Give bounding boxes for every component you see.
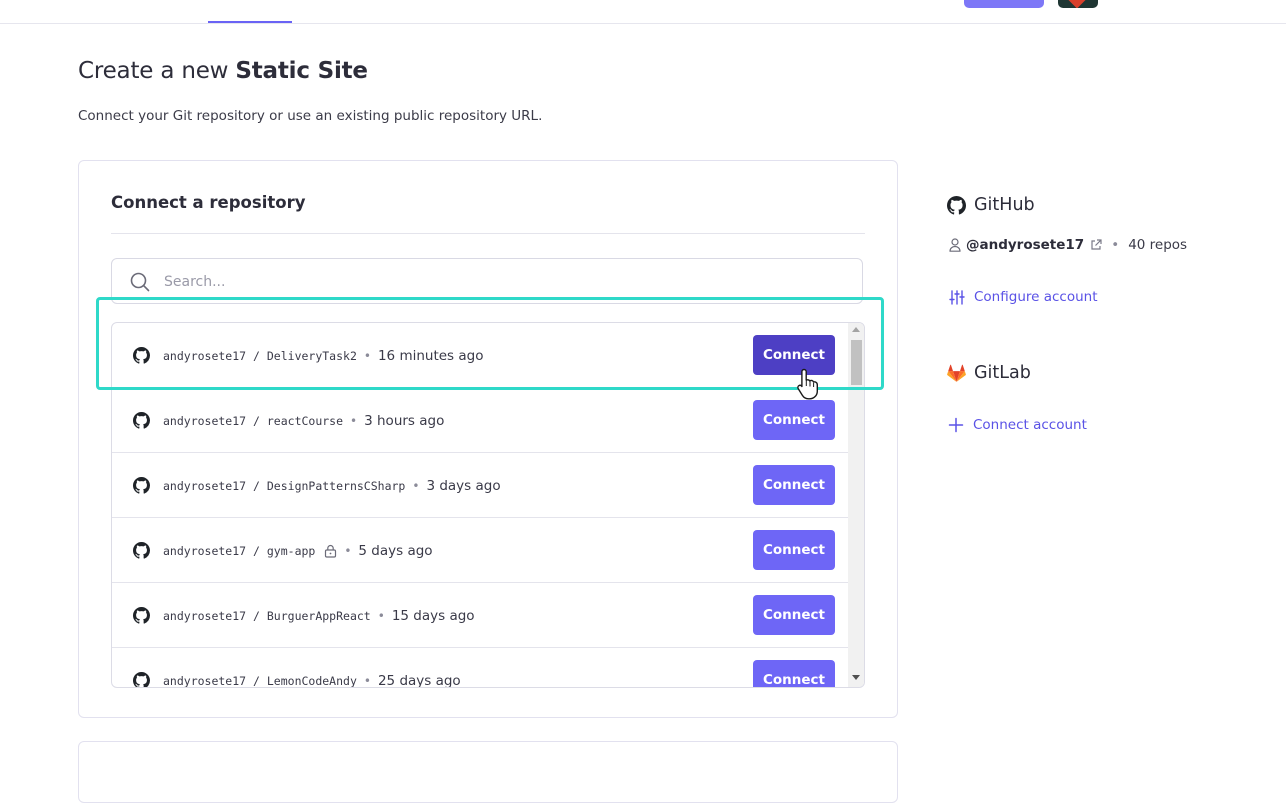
connect-button[interactable]: Connect xyxy=(753,530,835,570)
repo-name: LemonCodeAndy xyxy=(266,674,357,688)
connect-account-link[interactable]: Connect account xyxy=(948,417,1087,433)
gitlab-icon xyxy=(947,364,966,382)
repo-owner: andyrosete17 xyxy=(163,544,247,558)
gitlab-section-heading: GitLab xyxy=(947,363,1031,383)
github-icon xyxy=(133,607,150,624)
github-icon xyxy=(133,672,150,687)
github-icon xyxy=(133,542,150,559)
page-subtitle: Connect your Git repository or use an ex… xyxy=(78,108,543,124)
repo-row-design-patterns-csharp[interactable]: andyrosete17 / DesignPatternsCSharp • 3 … xyxy=(112,453,848,518)
hand-cursor-icon xyxy=(797,368,818,400)
repo-slash: / xyxy=(246,544,267,558)
separator-dot: • xyxy=(412,479,420,493)
lock-icon xyxy=(325,544,337,558)
highlight-annotation-box xyxy=(96,297,884,390)
repo-owner: andyrosete17 xyxy=(163,414,247,428)
repo-owner: andyrosete17 xyxy=(163,609,247,623)
configure-account-label: Configure account xyxy=(974,289,1098,305)
user-icon xyxy=(949,238,961,252)
repo-info: andyrosete17 / reactCourse • 3 hours ago xyxy=(163,412,444,430)
top-action-button[interactable] xyxy=(964,0,1044,8)
connect-repository-card: Connect a repository andyrosete17 / Deli… xyxy=(78,160,898,718)
card-divider xyxy=(111,233,865,234)
repo-name: reactCourse xyxy=(266,414,344,428)
separator-dot: • xyxy=(377,609,385,623)
repo-info: andyrosete17 / BurguerAppReact • 15 days… xyxy=(163,607,475,625)
repo-count: 40 repos xyxy=(1128,237,1188,253)
connect-button[interactable]: Connect xyxy=(753,400,835,440)
github-title: GitHub xyxy=(974,195,1035,215)
github-section-heading: GitHub xyxy=(947,195,1035,215)
separator-dot: • xyxy=(344,544,352,558)
repo-info: andyrosete17 / DesignPatternsCSharp • 3 … xyxy=(163,477,501,495)
repo-row-react-course[interactable]: andyrosete17 / reactCourse • 3 hours ago… xyxy=(112,388,848,453)
repo-name: BurguerAppReact xyxy=(266,609,371,623)
page-title: Create a new Static Site xyxy=(78,58,368,84)
search-input[interactable] xyxy=(164,272,844,292)
external-link-icon[interactable] xyxy=(1090,239,1102,251)
repo-name: gym-app xyxy=(266,544,316,558)
repo-updated-time: 3 hours ago xyxy=(364,413,445,429)
page-title-bold: Static Site xyxy=(235,58,368,84)
connect-button[interactable]: Connect xyxy=(753,660,835,687)
github-icon xyxy=(947,195,966,215)
repo-name: DesignPatternsCSharp xyxy=(266,479,406,493)
search-icon xyxy=(130,272,150,292)
configure-account-link[interactable]: Configure account xyxy=(949,289,1098,305)
card-title: Connect a repository xyxy=(111,193,306,212)
separator-dot: • xyxy=(350,414,358,428)
repo-info: andyrosete17 / LemonCodeAndy • 25 days a… xyxy=(163,672,461,688)
repo-slash: / xyxy=(246,609,267,623)
repo-info: andyrosete17 / gym-app • 5 days ago xyxy=(163,542,433,560)
gitlab-title: GitLab xyxy=(974,363,1031,383)
github-account-info: @andyrosete17 • 40 repos xyxy=(949,237,1187,253)
github-icon xyxy=(133,412,150,429)
connect-button[interactable]: Connect xyxy=(753,595,835,635)
page-title-prefix: Create a new xyxy=(78,58,236,84)
github-icon xyxy=(133,477,150,494)
repo-updated-time: 25 days ago xyxy=(377,673,461,688)
github-handle-link[interactable]: @andyrosete17 xyxy=(966,237,1084,253)
repo-updated-time: 3 days ago xyxy=(426,478,501,494)
repo-row-lemon-code-andy[interactable]: andyrosete17 / LemonCodeAndy • 25 days a… xyxy=(112,648,848,688)
repo-slash: / xyxy=(246,414,267,428)
top-navigation-bar xyxy=(0,0,1286,24)
separator-dot: • xyxy=(1111,237,1120,253)
repo-slash: / xyxy=(246,479,267,493)
plus-icon xyxy=(948,417,964,433)
repo-updated-time: 5 days ago xyxy=(358,543,433,559)
repo-updated-time: 15 days ago xyxy=(391,608,475,624)
connect-button[interactable]: Connect xyxy=(753,465,835,505)
secondary-card xyxy=(78,741,898,803)
repo-row-burguer-app-react[interactable]: andyrosete17 / BurguerAppReact • 15 days… xyxy=(112,583,848,648)
repo-slash: / xyxy=(246,674,267,688)
repo-owner: andyrosete17 xyxy=(163,479,247,493)
repo-owner: andyrosete17 xyxy=(163,674,247,688)
user-avatar[interactable] xyxy=(1058,0,1098,8)
repo-row-gym-app[interactable]: andyrosete17 / gym-app • 5 days ago Conn… xyxy=(112,518,848,583)
separator-dot: • xyxy=(363,674,371,688)
active-tab-indicator xyxy=(208,21,292,23)
connect-account-label: Connect account xyxy=(973,417,1087,433)
scroll-down-arrow-icon[interactable] xyxy=(852,675,860,680)
sliders-icon xyxy=(949,289,965,305)
